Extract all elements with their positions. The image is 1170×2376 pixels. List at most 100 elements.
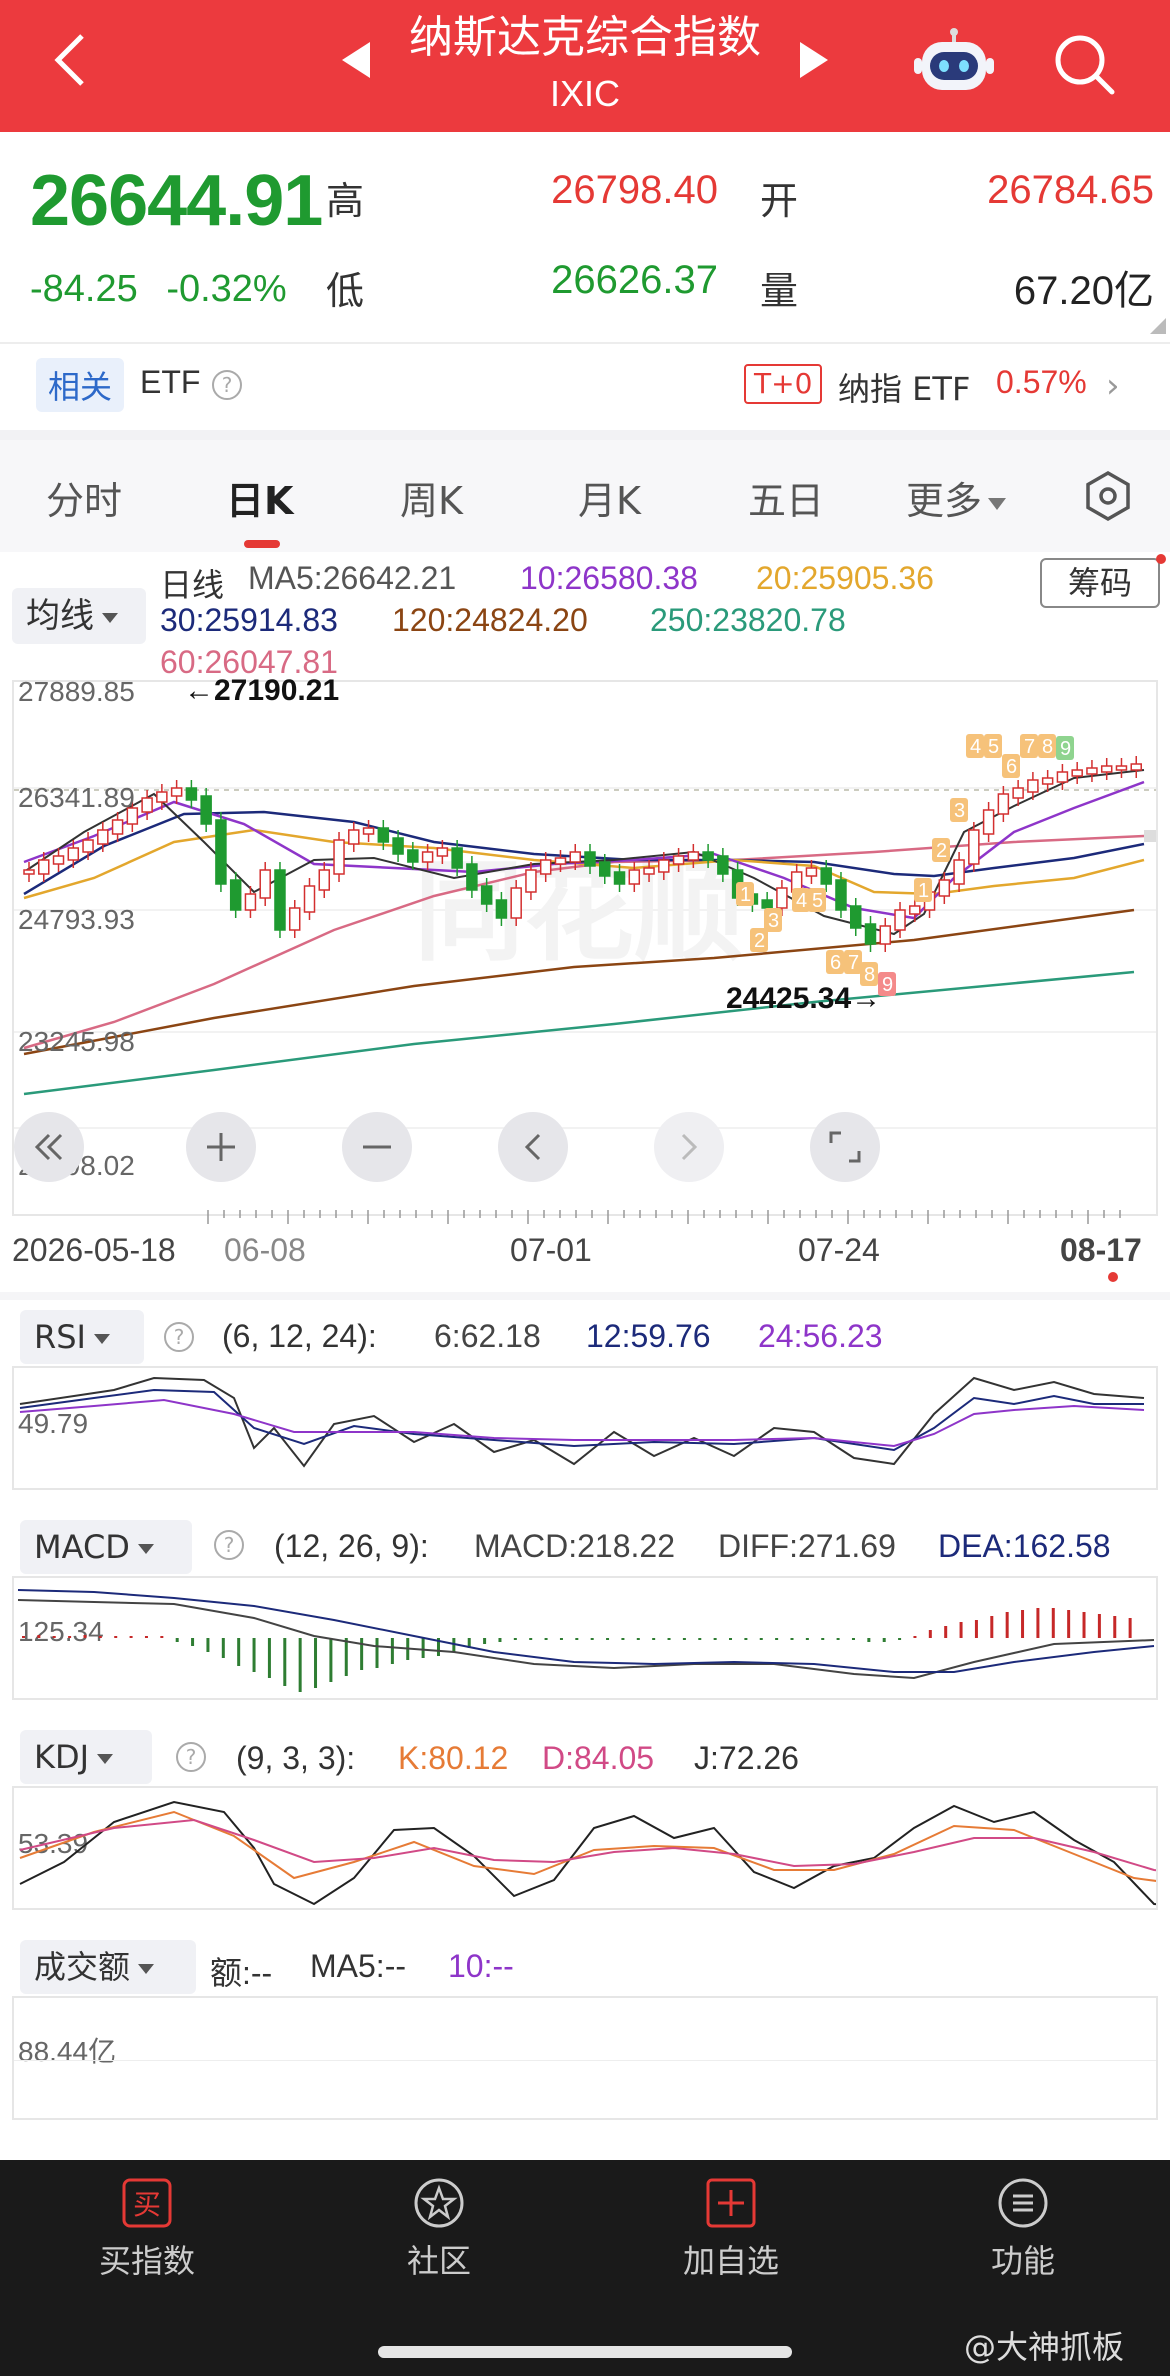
candle-body [303, 885, 316, 913]
tab-five-day[interactable]: 五日 [748, 470, 824, 525]
scroll-left-fast-button[interactable] [14, 1112, 84, 1182]
fullscreen-icon [829, 1131, 861, 1163]
candle-body [1041, 777, 1054, 785]
macd-bar [1067, 1610, 1071, 1638]
svg-text:买: 买 [133, 2188, 161, 2221]
open-value: 26784.65 [987, 168, 1154, 212]
macd-bar [314, 1638, 318, 1688]
tab-more[interactable]: 更多 [906, 470, 1007, 525]
tab-daily-k[interactable]: 日K [226, 470, 293, 525]
tab-intraday[interactable]: 分时 [46, 470, 122, 525]
help-icon[interactable]: ? [212, 370, 242, 400]
macd-bar [851, 1638, 855, 1640]
latest-date-dot [1108, 1272, 1118, 1282]
rsi-selector[interactable]: RSI [20, 1310, 144, 1364]
zoom-out-button[interactable] [342, 1112, 412, 1182]
candle-body [894, 909, 906, 931]
price-axis-3: 24793.93 [18, 904, 135, 935]
kdj-chart[interactable]: 53.39 [12, 1786, 1158, 1910]
macd-bar [498, 1638, 502, 1642]
macd-help-icon[interactable]: ? [214, 1530, 244, 1560]
fullscreen-button[interactable] [810, 1112, 880, 1182]
kdj-d-value: D:84.05 [542, 1740, 655, 1776]
candlestick-chart[interactable]: 同花顺 1 2 3 4 5 6 7 8 9 1 2 3 4 5 6 7 8 9 … [12, 674, 1158, 1216]
candle-body [1027, 779, 1039, 793]
svg-text:2: 2 [936, 840, 947, 862]
kdj-selector[interactable]: KDJ [20, 1730, 152, 1784]
caret-down-icon [93, 1334, 110, 1344]
zoom-in-button[interactable] [186, 1112, 256, 1182]
nasdaq-etf-link[interactable]: 纳指 ETF [838, 364, 970, 410]
turnover-selector[interactable]: 成交额 [20, 1940, 196, 1994]
add-watchlist-icon[interactable] [704, 2176, 758, 2230]
macd-bar [652, 1638, 656, 1640]
nav-add-watchlist[interactable]: 加自选 [656, 2236, 806, 2282]
macd-bar [621, 1638, 625, 1640]
macd-bar [1021, 1610, 1025, 1638]
corner-expand-icon [1150, 318, 1166, 334]
candle-body [466, 863, 478, 891]
volume-label: 量 [760, 269, 799, 313]
candle-body [849, 905, 862, 929]
robot-assistant-icon[interactable] [912, 28, 996, 100]
macd-selector[interactable]: MACD [20, 1520, 192, 1574]
macd-bar [375, 1638, 379, 1668]
candle-body [864, 923, 877, 945]
functions-menu-icon[interactable] [996, 2176, 1050, 2230]
chip-distribution-button[interactable]: 筹码 [1040, 558, 1160, 608]
ma-selector[interactable]: 均线 [12, 588, 146, 644]
macd-bar [790, 1638, 794, 1640]
community-icon[interactable] [412, 2176, 466, 2230]
macd-bar [267, 1638, 271, 1678]
rsi6-value: 6:62.18 [434, 1318, 541, 1354]
buy-index-icon[interactable]: 买 [120, 2176, 174, 2230]
candle-body [82, 839, 94, 853]
svg-text:1: 1 [918, 880, 929, 902]
date-label-3: 07-01 [510, 1232, 592, 1268]
macd-chart[interactable]: 125.34 [12, 1576, 1158, 1700]
macd-bar [513, 1638, 517, 1640]
macd-bar [390, 1638, 394, 1664]
nav-buy-index[interactable]: 买指数 [72, 2236, 222, 2282]
kdj-help-icon[interactable]: ? [176, 1742, 206, 1772]
svg-text:9: 9 [882, 974, 893, 996]
nav-functions[interactable]: 功能 [948, 2236, 1098, 2282]
candle-body [569, 851, 581, 863]
change-percent: -0.32% [166, 268, 287, 310]
search-icon[interactable] [1050, 30, 1120, 100]
settings-hexagon-icon[interactable] [1082, 470, 1134, 522]
tab-weekly-k[interactable]: 周K [400, 470, 463, 525]
macd-bar [606, 1638, 610, 1640]
scroll-left-button[interactable] [498, 1112, 568, 1182]
kdj-selector-label: KDJ [34, 1738, 90, 1776]
macd-bar [590, 1638, 594, 1640]
svg-text:7: 7 [1024, 736, 1035, 758]
high-label: 高 [326, 179, 365, 223]
tab-monthly-k[interactable]: 月K [578, 470, 641, 525]
open-label: 开 [760, 179, 799, 223]
macd-bar [37, 1635, 41, 1638]
next-index-arrow-icon[interactable] [800, 42, 828, 78]
notification-dot [1156, 554, 1166, 564]
turnover-ma10: 10:-- [448, 1948, 514, 1984]
macd-bar [575, 1638, 579, 1640]
macd-bar [928, 1630, 932, 1638]
candle-body [23, 869, 35, 875]
macd-bar [698, 1638, 702, 1640]
rsi-chart[interactable]: 49.79 [12, 1366, 1158, 1490]
scroll-right-button[interactable] [654, 1112, 724, 1182]
candle-body [141, 797, 153, 813]
period-tabs: 分时 日K 周K 月K 五日 更多 [0, 440, 1170, 552]
ma10-value: 10:26580.38 [520, 560, 698, 596]
candle-body [628, 869, 641, 885]
turnover-chart[interactable]: 88.44亿 [12, 1996, 1158, 2120]
rsi-help-icon[interactable]: ? [164, 1322, 194, 1352]
tab-more-label: 更多 [906, 479, 983, 523]
double-chevron-left-icon [34, 1133, 63, 1161]
nav-community[interactable]: 社区 [364, 2236, 514, 2282]
chevron-right-icon[interactable]: › [1106, 366, 1120, 406]
date-label-end: 08-17 [1060, 1232, 1142, 1268]
candle-body [348, 829, 360, 845]
minus-icon [363, 1145, 391, 1149]
candle-body [672, 855, 685, 865]
